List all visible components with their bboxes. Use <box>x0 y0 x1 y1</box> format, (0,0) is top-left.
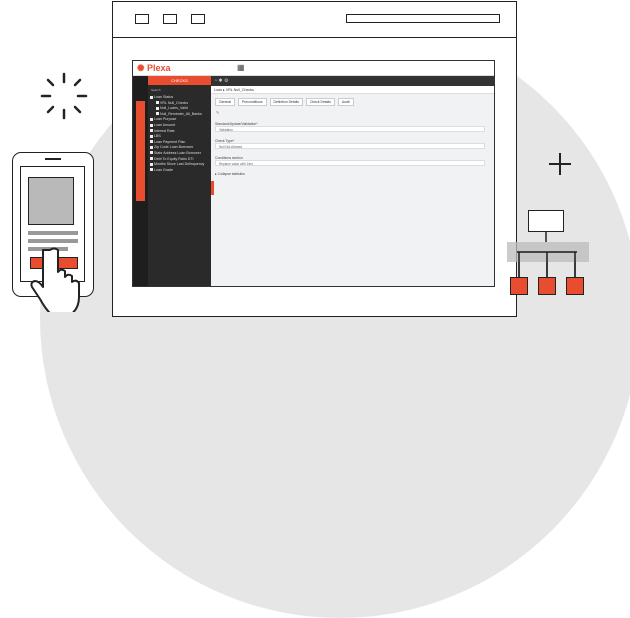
plus-icon <box>549 153 571 175</box>
window-button[interactable] <box>191 14 205 24</box>
tree-item-label: LBS <box>154 134 161 139</box>
tab-preconditions[interactable]: Preconditions <box>238 98 267 106</box>
detail-pane: ◔ ✱ ⚙ Loan ▸ VRL Null_Checks General Pre… <box>211 76 494 286</box>
tree-item-label: Interest Rate <box>154 128 175 133</box>
breadcrumb: Loan ▸ VRL Null_Checks <box>211 86 494 94</box>
tree-item-label: Loan Status <box>154 95 174 99</box>
org-chart-node <box>510 277 528 295</box>
detail-toolbar: ◔ ✱ ⚙ <box>211 76 494 86</box>
breadcrumb-item[interactable]: VRL Null_Checks <box>226 88 254 92</box>
tree-item-label: Loan Purpose <box>154 117 177 122</box>
org-chart-node <box>566 277 584 295</box>
tree-checkbox[interactable] <box>150 134 153 138</box>
form: Standard/Update/Validation* Validation C… <box>215 122 485 176</box>
checks-header[interactable]: CHECKS <box>148 76 211 85</box>
tree-checkbox[interactable] <box>150 162 153 166</box>
tree-checkbox[interactable] <box>150 168 153 172</box>
window-button[interactable] <box>135 14 149 24</box>
tree-checkbox[interactable] <box>156 112 159 116</box>
tree-checkbox[interactable] <box>150 140 153 144</box>
org-chart-connectors-front <box>517 251 577 277</box>
tree-checkbox[interactable] <box>150 145 153 149</box>
tree-checkbox[interactable] <box>150 157 153 161</box>
tree-item-label: Debt To Equity Ratio DTI <box>154 156 194 161</box>
tab-audit[interactable]: Audit <box>337 98 354 106</box>
tab-general[interactable]: General <box>215 98 236 106</box>
tree-checkbox[interactable] <box>150 129 153 133</box>
tree-item-label: Loan Amount <box>154 122 176 127</box>
tree-item-label: Null_Reminder_All_Banks <box>160 111 202 116</box>
tree-item-label: VRL Null_Checks <box>160 100 189 105</box>
tree-item-label: Zip Code Loan Borrower <box>154 145 194 150</box>
phone-text-line <box>28 231 78 235</box>
tab-check-details[interactable]: Check Details <box>305 98 335 106</box>
app-topbar: ✺ Plexa ▦ <box>133 61 494 76</box>
nav-rail <box>133 76 148 286</box>
phone-text-line <box>28 239 78 243</box>
tab-definition-details[interactable]: Definition Details <box>269 98 303 106</box>
tree-item-label: Null_Loans_Valid <box>160 106 188 111</box>
app-screenshot: ✺ Plexa ▦ CHECKS Search Loan Status VRL N… <box>132 60 495 287</box>
edit-icon[interactable]: ✎ <box>216 110 219 115</box>
tree-checkbox[interactable] <box>150 95 153 99</box>
tree-checkbox[interactable] <box>150 123 153 127</box>
nav-rail-active[interactable] <box>136 101 145 201</box>
org-chart-node <box>538 277 556 295</box>
collapse-toggle[interactable]: ▸ Collapse statistics <box>215 172 485 176</box>
sparkle-icon <box>40 72 88 120</box>
splitter-handle[interactable] <box>211 181 214 195</box>
address-bar[interactable] <box>346 14 500 23</box>
tree-search-label: Search <box>151 88 161 92</box>
browser-toolbar <box>113 2 516 38</box>
tree-item-label: State Address Loan Borrower <box>154 150 201 155</box>
tree-item-label: Months Since Last Delinquency <box>154 162 205 167</box>
tree-checkbox[interactable] <box>150 151 153 155</box>
checks-tree-panel: CHECKS Search Loan Status VRL Null_Checks… <box>148 76 211 286</box>
tree-item-label: Loan Grade <box>154 167 173 172</box>
brand-name: Plexa <box>147 63 171 73</box>
phone-speaker <box>45 158 61 160</box>
tree-checkbox[interactable] <box>150 117 153 121</box>
window-button[interactable] <box>163 14 177 24</box>
pointing-hand-icon <box>30 247 80 312</box>
collapse-label: Collapse statistics <box>217 172 245 176</box>
tree-item-label: Loan Payment Plan <box>154 139 186 144</box>
phone-image-placeholder <box>28 177 74 225</box>
tree-checkbox[interactable] <box>156 101 159 105</box>
app-grid-icon[interactable]: ▦ <box>237 64 245 72</box>
org-chart-root <box>528 210 564 232</box>
checks-tree: Loan Status VRL Null_Checks Null_Loans_Val… <box>150 95 210 173</box>
tree-checkbox[interactable] <box>156 106 159 110</box>
tree-item[interactable]: Loan Grade <box>150 168 210 174</box>
breadcrumb-item[interactable]: Loan <box>214 88 222 92</box>
brand-logo: ✺ Plexa <box>137 63 171 73</box>
subtab-bar: General Preconditions Definition Details… <box>215 98 356 106</box>
